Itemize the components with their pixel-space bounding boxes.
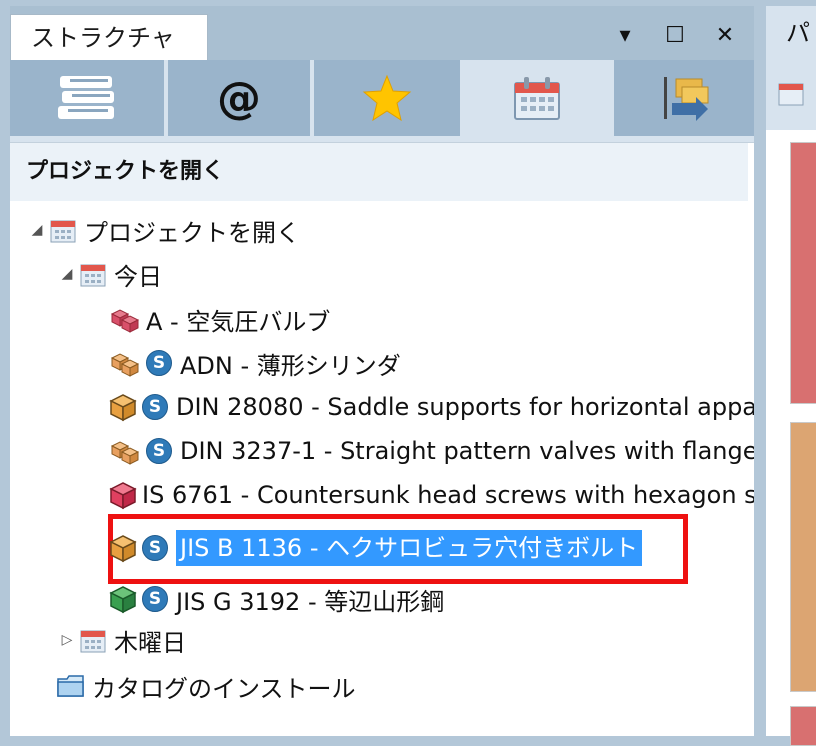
at-icon: @ (217, 72, 261, 124)
maximize-icon[interactable]: ☐ (660, 20, 690, 50)
cube-icon (109, 394, 137, 422)
import-icon (664, 77, 709, 121)
panel-splitter[interactable] (754, 0, 766, 736)
s-badge-icon: S (142, 586, 168, 612)
right-panel-toolbar (766, 60, 816, 130)
right-panel-title[interactable]: パ (766, 6, 816, 60)
toolbar-button-search[interactable]: @ (168, 60, 310, 136)
s-badge-icon: S (146, 350, 172, 376)
dropdown-icon[interactable]: ▾ (610, 20, 640, 50)
tree-item-din-3237[interactable]: S DIN 3237-1 - Straight pattern valves w… (108, 431, 758, 471)
toolbar-button-import[interactable] (614, 60, 754, 136)
structure-panel: ストラクチャ ▾ ☐ ✕ @ プロジェクトを開く ◢ プロジェクトを開く ◢ 今… (10, 6, 758, 736)
tree-item-label: IS 6761 - Countersunk head screws with h… (142, 481, 757, 509)
section-header: プロジェクトを開く (10, 143, 748, 201)
tree-item-label: DIN 28080 - Saddle supports for horizont… (176, 393, 758, 421)
expand-arrow-icon[interactable]: ◢ (28, 222, 46, 238)
tree-node-open-projects[interactable]: ◢ プロジェクトを開く (28, 210, 300, 250)
cube-icon (109, 535, 137, 563)
panel-titlebar: ストラクチャ ▾ ☐ ✕ (10, 6, 754, 60)
tree-item-label-selected: JIS B 1136 - ヘクサロビュラ穴付きボルト (176, 530, 643, 566)
tree-item-label: A - 空気圧バルブ (146, 307, 331, 336)
cube-cluster-icon (110, 309, 140, 333)
tree-item-jis-g-3192[interactable]: S JIS G 3192 - 等辺山形鋼 (108, 579, 444, 619)
tree-node-label: カタログのインストール (92, 674, 356, 703)
cube-icon (109, 586, 137, 614)
right-panel: パ (766, 6, 816, 746)
tree-item-a[interactable]: A - 空気圧バルブ (108, 299, 330, 339)
folder-icon (57, 675, 84, 697)
calendar-icon (778, 83, 804, 106)
tree-item-adn[interactable]: S ADN - 薄形シリンダ (108, 343, 401, 383)
panel-title-tab[interactable]: ストラクチャ (10, 14, 208, 60)
calendar-icon (80, 630, 106, 653)
result-card[interactable] (790, 422, 816, 692)
result-card[interactable] (790, 142, 816, 404)
toolbar: @ (10, 60, 754, 143)
tree-item-is-6761[interactable]: IS 6761 - Countersunk head screws with h… (108, 475, 757, 515)
calendar-icon (50, 220, 76, 243)
toolbar-button-catalogs[interactable] (10, 60, 164, 136)
tree-node-label: 今日 (114, 262, 162, 291)
tree-item-jis-b-1136[interactable]: S JIS B 1136 - ヘクサロビュラ穴付きボルト (108, 528, 643, 568)
calendar-icon (514, 77, 560, 120)
tree-item-din-28080[interactable]: S DIN 28080 - Saddle supports for horizo… (108, 387, 757, 427)
tree-item-label: ADN - 薄形シリンダ (180, 351, 401, 380)
cube-cluster-icon (110, 353, 140, 377)
toolbar-button-favorites[interactable] (314, 60, 460, 136)
close-icon[interactable]: ✕ (710, 20, 740, 50)
tree-node-today[interactable]: ◢ 今日 (58, 254, 162, 294)
calendar-icon (80, 264, 106, 287)
tree-node-install-catalogs[interactable]: カタログのインストール (56, 666, 356, 706)
cube-icon (109, 482, 137, 510)
tree-node-thursday[interactable]: ▷ 木曜日 (58, 620, 186, 660)
s-badge-icon: S (142, 535, 168, 561)
tree-node-label: 木曜日 (114, 628, 186, 657)
toolbar-button-recent[interactable] (464, 60, 610, 136)
cube-cluster-icon (110, 441, 140, 465)
collapse-arrow-icon[interactable]: ▷ (58, 632, 76, 648)
tree-item-label: JIS G 3192 - 等辺山形鋼 (176, 587, 445, 616)
tree-item-label: DIN 3237-1 - Straight pattern valves wit… (180, 437, 758, 465)
expand-arrow-icon[interactable]: ◢ (58, 266, 76, 282)
books-icon (58, 76, 114, 119)
s-badge-icon: S (142, 394, 168, 420)
result-card[interactable] (790, 706, 816, 746)
tree-node-label: プロジェクトを開く (84, 218, 300, 247)
s-badge-icon: S (146, 438, 172, 464)
star-icon (362, 74, 412, 122)
